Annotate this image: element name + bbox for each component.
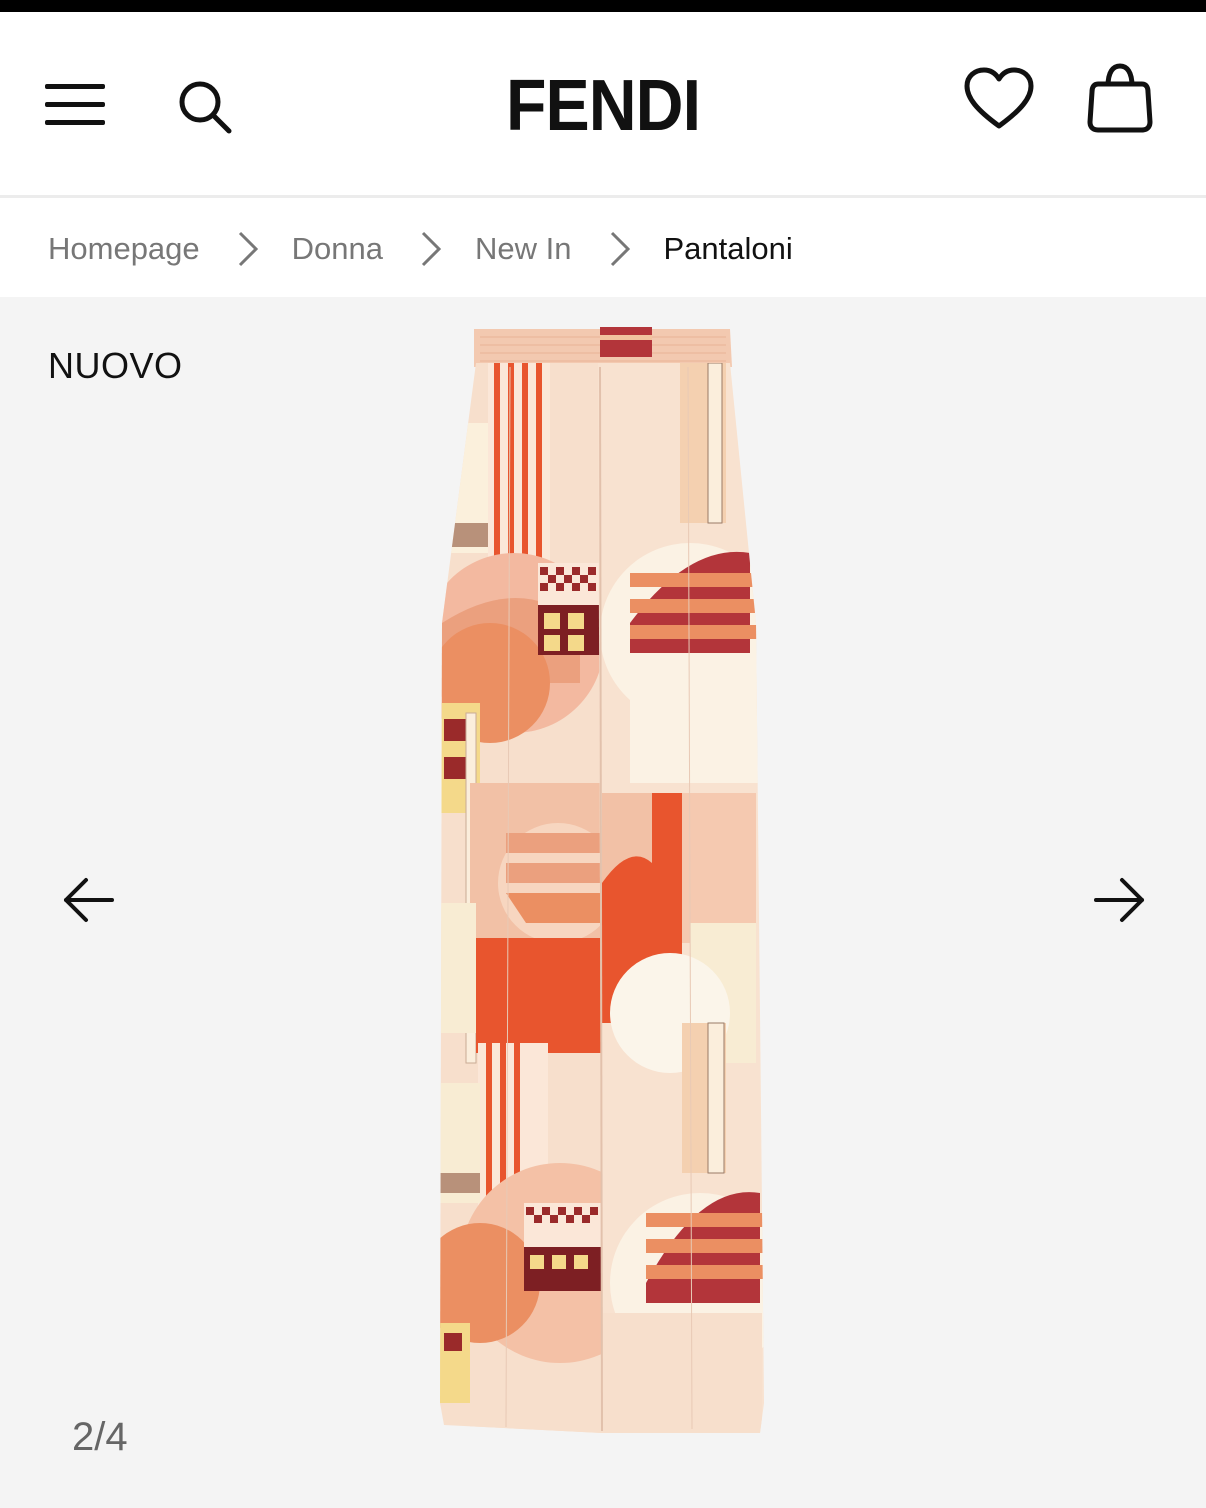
- arrow-right-icon[interactable]: [1090, 875, 1146, 925]
- image-counter: 2/4: [72, 1415, 128, 1459]
- chevron-right-icon: [610, 231, 630, 267]
- product-image[interactable]: [430, 323, 775, 1447]
- hamburger-menu-icon[interactable]: [45, 84, 105, 126]
- status-bar-strip: [0, 0, 1206, 12]
- new-badge: NUOVO: [48, 345, 183, 386]
- brand-logo[interactable]: FENDI: [506, 66, 701, 146]
- breadcrumb-pantaloni: Pantaloni: [663, 231, 793, 266]
- chevron-right-icon: [421, 231, 442, 267]
- site-header: FENDI: [0, 12, 1206, 198]
- breadcrumb: Homepage Donna New In Pantaloni: [0, 201, 1206, 297]
- chevron-right-icon: [238, 231, 258, 267]
- shopping-bag-icon[interactable]: [1086, 62, 1154, 134]
- search-icon[interactable]: [176, 78, 234, 136]
- arrow-left-icon[interactable]: [62, 875, 118, 925]
- heart-icon[interactable]: [963, 66, 1035, 132]
- breadcrumb-homepage[interactable]: Homepage: [48, 231, 200, 267]
- product-gallery[interactable]: NUOVO 2/4: [0, 297, 1206, 1508]
- breadcrumb-new-in[interactable]: New In: [475, 231, 571, 267]
- breadcrumb-donna[interactable]: Donna: [292, 231, 383, 267]
